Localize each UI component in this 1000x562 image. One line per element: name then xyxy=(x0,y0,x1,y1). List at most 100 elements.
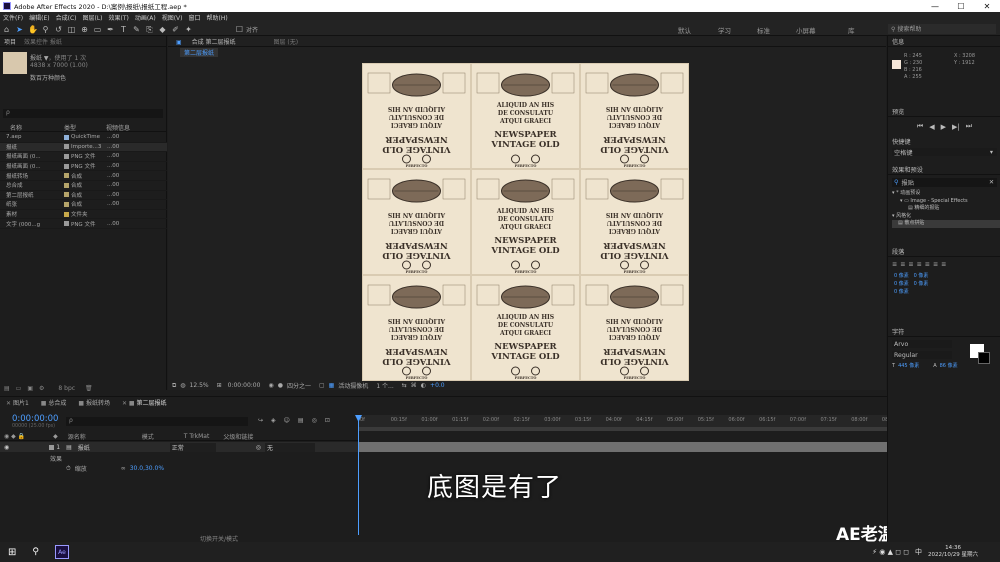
ime-indicator[interactable]: 中 xyxy=(915,547,922,557)
snap-checkbox[interactable]: ☐ xyxy=(235,25,244,34)
col-parent[interactable]: 父级和链接 xyxy=(223,432,253,441)
layer-row[interactable]: ◉ 1 ▤ 报纸 正常 ◎ 无 xyxy=(0,442,358,452)
transparency-grid-icon[interactable]: ▦ xyxy=(329,382,335,389)
shy-icon[interactable]: ☺ xyxy=(284,417,290,424)
clone-stamp-tool-icon[interactable]: ⎘ xyxy=(145,25,154,34)
breadcrumb[interactable]: 第二层报纸 xyxy=(180,47,219,57)
tab-timeline-4[interactable]: ✕ ■ 第二层报纸 xyxy=(116,398,173,407)
effects-title[interactable]: 效果和预设 xyxy=(892,165,923,174)
settings-icon[interactable]: ⚙ xyxy=(39,385,44,392)
graph-editor-icon[interactable]: ⊡ xyxy=(325,417,330,424)
snapshot-icon[interactable]: ◉ xyxy=(268,382,273,389)
effects-search-input[interactable]: ⚲ 报贴 ✕ xyxy=(892,178,997,187)
workspace-standard[interactable]: 标准 xyxy=(757,25,770,35)
tab-timeline-3[interactable]: ■ 报纸转场 xyxy=(72,398,116,407)
frame-blend-icon[interactable]: ▤ xyxy=(298,417,304,424)
flowchart-icon[interactable]: ⌘ xyxy=(411,382,417,389)
av-features-icon[interactable]: ◉ ◆ 🔒 xyxy=(4,433,25,440)
align-center-icon[interactable]: ≡ xyxy=(900,261,905,268)
minimize-button[interactable]: — xyxy=(922,2,948,11)
layer-mode-dropdown[interactable]: 正常 xyxy=(169,442,216,452)
workspace-learn[interactable]: 学习 xyxy=(718,25,731,35)
list-item[interactable]: 第二层报纸 合成 ...00 xyxy=(0,191,167,201)
draft-3d-toggle-icon[interactable]: ◈ xyxy=(271,417,276,424)
justify-right-icon[interactable]: ≡ xyxy=(933,261,938,268)
composition-canvas[interactable]: ALIQUID AN HIS DE CONSULATU ATQUI GRAECI NE… xyxy=(362,63,689,381)
pan-behind-tool-icon[interactable]: ⊕ xyxy=(80,25,89,34)
project-search-input[interactable]: ρ xyxy=(3,109,163,118)
menu-animation[interactable]: 动画(A) xyxy=(135,13,156,22)
camera-tool-icon[interactable]: ◫ xyxy=(67,25,76,34)
list-item[interactable]: 纸张 合成 ...00 xyxy=(0,200,167,210)
list-item[interactable]: 素材 文件夹 xyxy=(0,210,167,220)
trash-icon[interactable]: 🗑 xyxy=(85,385,93,392)
windows-start-icon[interactable]: ⊞ xyxy=(8,547,16,558)
info-title[interactable]: 信息 xyxy=(892,37,904,46)
new-folder-icon[interactable]: ▭ xyxy=(16,385,22,392)
puppet-tool-icon[interactable]: ✦ xyxy=(184,25,193,34)
font-family-dropdown[interactable]: Arvo xyxy=(892,340,952,348)
current-time[interactable]: 0:00:00:00 xyxy=(228,382,261,389)
menu-layer[interactable]: 图层(L) xyxy=(83,13,103,22)
menu-file[interactable]: 文件(F) xyxy=(3,13,23,22)
layer-name[interactable]: 报纸 xyxy=(78,443,170,452)
pickwhip-icon[interactable]: ◎ xyxy=(256,444,261,451)
roto-brush-tool-icon[interactable]: ✐ xyxy=(171,25,180,34)
list-item[interactable]: 报纸画面 (0... PNG 文件 ...00 xyxy=(0,162,167,172)
list-item[interactable]: 报纸转场 合成 ...00 xyxy=(0,171,167,181)
draft-3d-icon[interactable]: ◍ xyxy=(180,382,185,389)
list-item[interactable]: 报纸 Importe...3 ...00 xyxy=(0,142,167,153)
next-frame-icon[interactable]: ▶| xyxy=(952,123,960,131)
col-type[interactable]: 类型 xyxy=(64,123,106,132)
workspace-libraries[interactable]: 库 xyxy=(848,25,855,35)
tab-timeline-2[interactable]: ■ 总合成 xyxy=(35,398,73,407)
space-after-value[interactable]: 0 像素 xyxy=(914,281,929,287)
help-search-input[interactable]: ⚲ 搜索帮助 xyxy=(888,24,996,34)
tab-composition[interactable]: ▣ 合成 第二层报纸 xyxy=(172,37,240,46)
col-name[interactable]: 名称 xyxy=(0,123,64,132)
layer-label-swatch[interactable] xyxy=(49,444,55,450)
motion-blur-icon[interactable]: ◎ xyxy=(312,417,317,424)
last-frame-icon[interactable]: ⏭ xyxy=(966,122,972,131)
maximize-button[interactable]: ☐ xyxy=(948,2,974,11)
timeline-search-input[interactable]: ρ xyxy=(66,417,248,426)
leading-value[interactable]: 86 像素 xyxy=(940,362,958,369)
bpc-label[interactable]: 8 bpc xyxy=(58,385,75,392)
clear-icon[interactable]: ✕ xyxy=(989,179,994,186)
first-frame-icon[interactable]: ⏮ xyxy=(917,122,923,131)
visibility-icon[interactable]: ◉ xyxy=(4,444,9,451)
justify-all-icon[interactable]: ≡ xyxy=(941,261,946,268)
tab-project[interactable]: 项目 xyxy=(4,37,16,46)
menu-window[interactable]: 窗口 xyxy=(188,13,200,22)
type-tool-icon[interactable]: T xyxy=(119,25,128,34)
first-indent-value[interactable]: 0 像素 xyxy=(894,289,909,295)
col-trkmat[interactable]: T TrkMat xyxy=(184,433,210,440)
pen-tool-icon[interactable]: ✒ xyxy=(106,25,115,34)
list-item[interactable]: 报纸画面 (0... PNG 文件 ...00 xyxy=(0,152,167,162)
font-size-value[interactable]: 445 像素 xyxy=(898,362,919,369)
quality-dropdown[interactable]: 四分之一 xyxy=(287,381,311,390)
taskbar-search-icon[interactable]: ⚲ xyxy=(32,547,39,557)
selection-tool-icon[interactable]: ➤ xyxy=(15,25,24,34)
effects-group-presets[interactable]: ▾ * 动画预设 xyxy=(892,190,1000,198)
menu-edit[interactable]: 编辑(E) xyxy=(29,13,49,22)
prev-frame-icon[interactable]: ◀ xyxy=(929,123,934,131)
effects-group-stylize[interactable]: ▾ 风格化 xyxy=(892,213,1000,221)
effects-item-fine[interactable]: ▤ 精细的报贴 xyxy=(892,205,1000,213)
align-right-icon[interactable]: ≡ xyxy=(908,261,913,268)
constrain-link-icon[interactable]: ∞ xyxy=(121,465,126,472)
justify-left-icon[interactable]: ≡ xyxy=(917,261,922,268)
font-style-dropdown[interactable]: Regular xyxy=(892,351,952,359)
indent-right-value[interactable]: 0 像素 xyxy=(914,273,929,279)
exposure-value[interactable]: +0.0 xyxy=(430,382,445,389)
menu-help[interactable]: 帮助(H) xyxy=(207,13,228,22)
always-preview-icon[interactable]: ⧉ xyxy=(172,382,176,390)
timeline-timecode[interactable]: 0:00:00:00 xyxy=(12,414,58,424)
stroke-color-swatch[interactable] xyxy=(978,352,990,364)
menu-composition[interactable]: 合成(C) xyxy=(56,13,77,22)
rotate-tool-icon[interactable]: ↺ xyxy=(54,25,63,34)
play-icon[interactable]: ▶ xyxy=(941,123,946,131)
list-item[interactable]: 文字 (000...g PNG 文件 ...00 xyxy=(0,219,167,229)
tab-timeline-1[interactable]: ✕ 图片1 xyxy=(0,398,35,407)
fast-preview-icon[interactable]: ⇆ xyxy=(402,382,407,389)
